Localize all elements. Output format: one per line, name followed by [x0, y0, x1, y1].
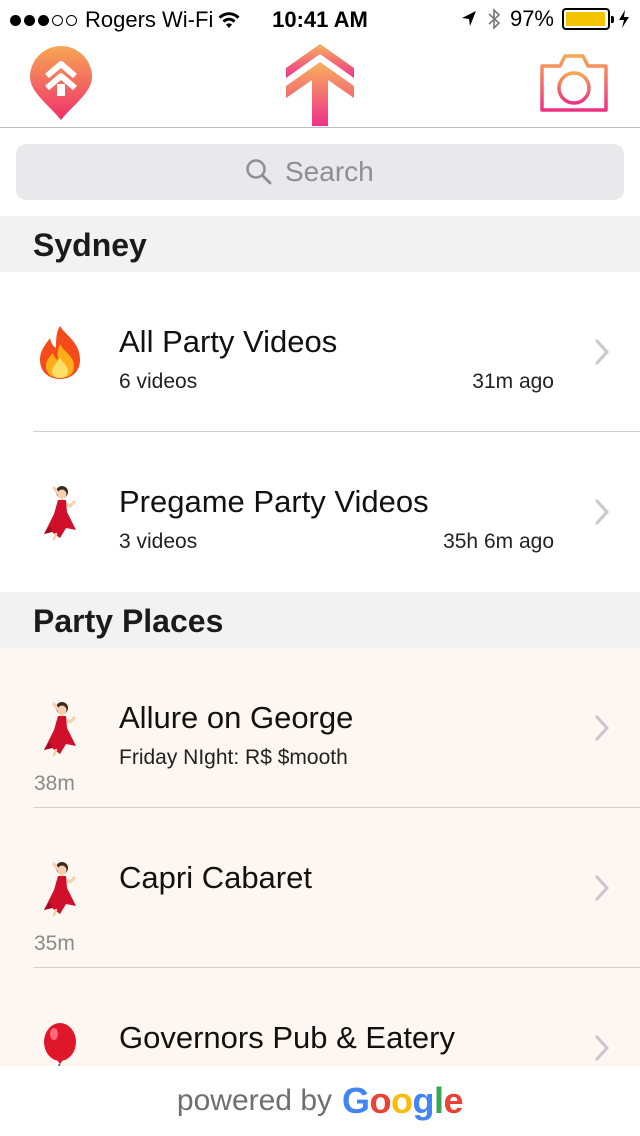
google-letter: o	[369, 1080, 392, 1121]
section-header-city: Sydney	[0, 216, 640, 272]
row-title: Governors Pub & Eatery	[119, 1020, 455, 1055]
camera-icon[interactable]	[538, 52, 610, 119]
chevron-right-icon	[594, 714, 610, 747]
powered-by-google-footer: powered by Google	[0, 1066, 640, 1136]
battery-percent: 97%	[509, 6, 554, 31]
charging-bolt-icon	[619, 10, 629, 28]
row-title: Capri Cabaret	[119, 860, 312, 895]
row-distance: 38m	[34, 772, 75, 795]
status-right: 97%	[460, 6, 630, 32]
row-timestamp: 35h 6m ago	[443, 530, 554, 553]
upvote-arrows-logo-icon[interactable]	[286, 44, 354, 131]
row-subtitle: 6 videos	[119, 370, 198, 393]
row-distance: 35m	[34, 932, 75, 955]
row-title: Pregame Party Videos	[119, 484, 429, 519]
search-bar-container	[0, 128, 640, 216]
row-subtitle: Friday NIght: R$ $mooth	[119, 746, 348, 769]
chevron-right-icon	[594, 1034, 610, 1067]
google-letter: o	[391, 1080, 413, 1121]
chevron-right-icon	[594, 874, 610, 907]
search-icon	[246, 159, 272, 185]
bluetooth-icon	[488, 8, 501, 30]
row-subtitle: 3 videos	[119, 530, 198, 553]
location-pin-arrows-icon[interactable]	[28, 46, 94, 127]
fire-icon	[36, 324, 84, 380]
section-header-places: Party Places	[0, 592, 640, 648]
list-item-capri-cabaret[interactable]: Capri Cabaret 35m	[0, 808, 640, 968]
row-title: All Party Videos	[119, 324, 338, 359]
search-input[interactable]	[285, 156, 395, 188]
google-letter: g	[412, 1080, 435, 1121]
dancer-icon	[36, 700, 84, 757]
dancer-icon	[36, 860, 84, 917]
location-arrow-icon	[461, 11, 476, 26]
list-item-allure-on-george[interactable]: Allure on George Friday NIght: R$ $mooth…	[0, 648, 640, 808]
nav-bar	[0, 40, 640, 128]
google-letter: l	[434, 1080, 444, 1121]
battery-icon	[562, 8, 614, 30]
chevron-right-icon	[594, 498, 610, 531]
google-letter: G	[342, 1080, 370, 1121]
battery-level	[566, 12, 605, 26]
search-field[interactable]	[16, 144, 624, 200]
dancer-icon	[36, 484, 84, 541]
google-logo: Google	[342, 1080, 464, 1122]
google-letter: e	[443, 1080, 464, 1121]
powered-by-label: powered by	[176, 1084, 333, 1117]
chevron-right-icon	[594, 338, 610, 371]
status-bar: Rogers Wi-Fi 10:41 AM 97%	[0, 0, 640, 40]
list-item-all-party-videos[interactable]: All Party Videos 6 videos 31m ago	[0, 272, 640, 432]
row-timestamp: 31m ago	[472, 370, 554, 393]
list-item-pregame-party-videos[interactable]: Pregame Party Videos 3 videos 35h 6m ago	[0, 432, 640, 592]
row-title: Allure on George	[119, 700, 354, 735]
